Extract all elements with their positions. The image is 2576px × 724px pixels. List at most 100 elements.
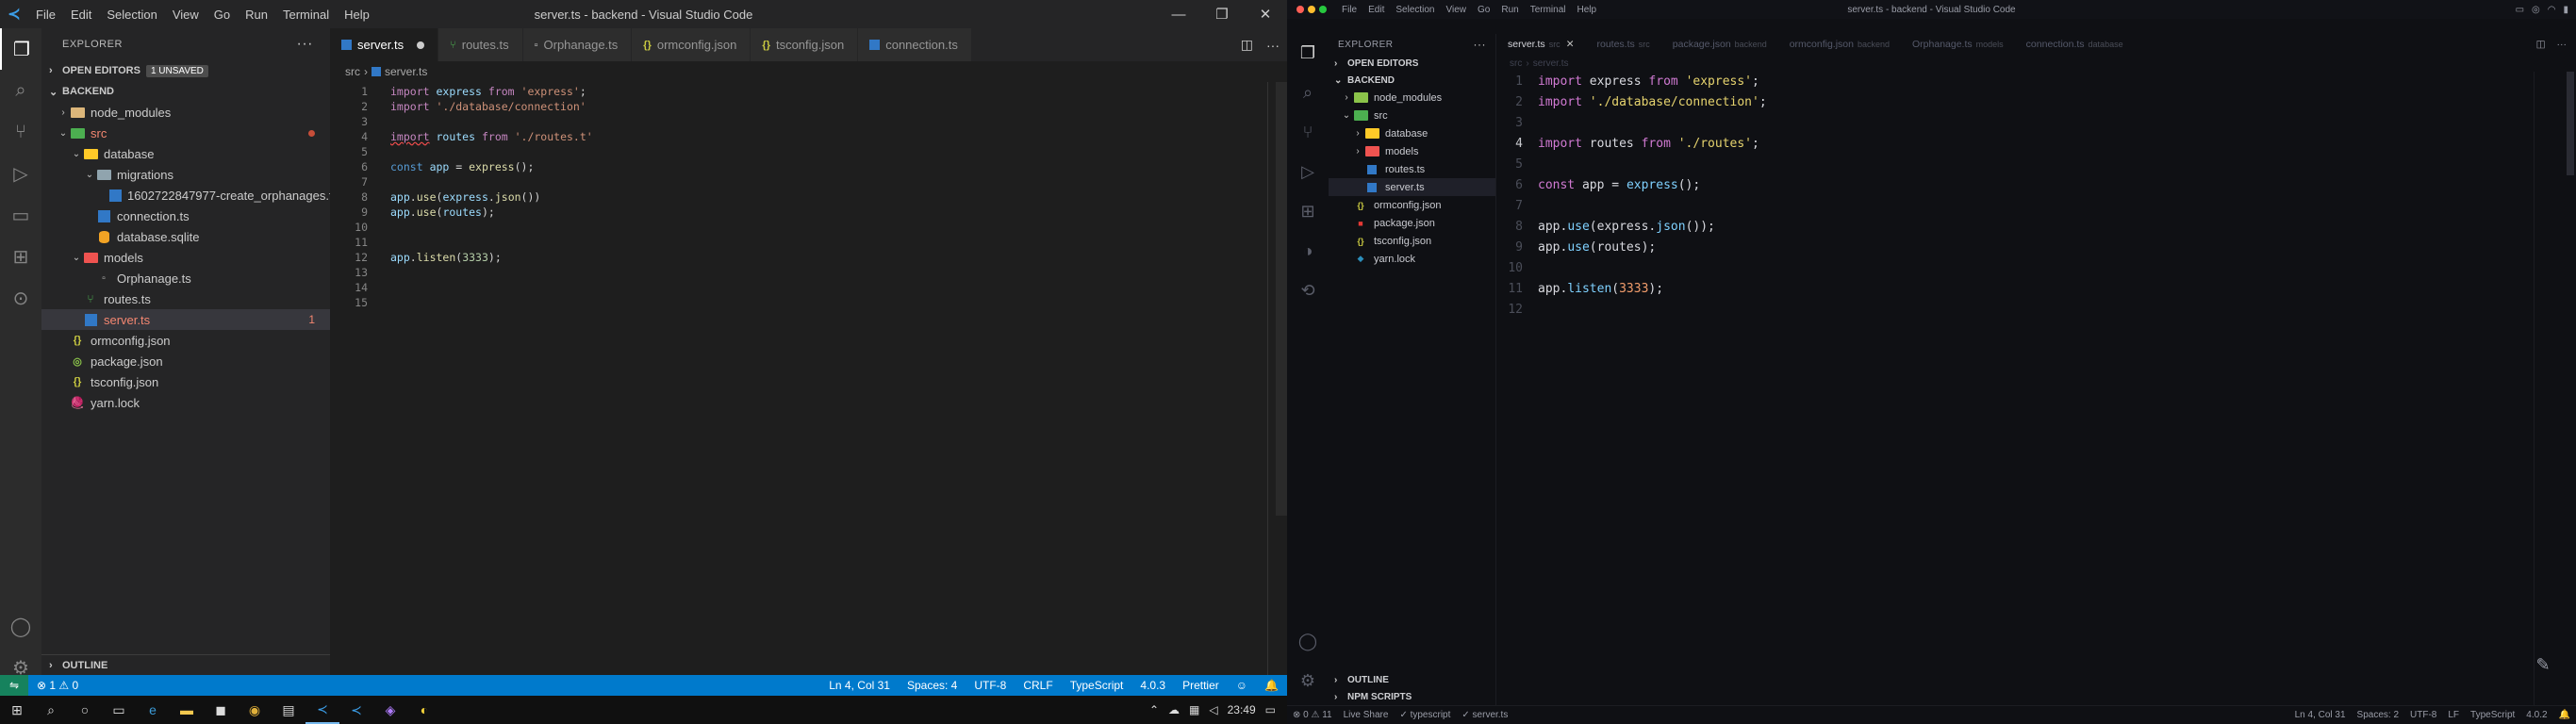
tab-ormconfig-json[interactable]: ormconfig.json backend	[1778, 34, 1901, 55]
tree-item-ormconfig[interactable]: {} ormconfig.json	[1329, 196, 1495, 214]
cortana-icon[interactable]: ○	[68, 696, 102, 724]
more-actions-icon[interactable]: ···	[297, 36, 313, 53]
extensions-icon[interactable]: ⊞	[0, 236, 41, 277]
menu-go[interactable]: Go	[206, 8, 238, 22]
tree-item-node-modules[interactable]: › node_modules	[41, 102, 330, 123]
tree-item-routes[interactable]: routes.ts	[1329, 160, 1495, 178]
explorer-icon[interactable]: ❐	[1287, 34, 1329, 72]
account-icon[interactable]: ◯	[0, 605, 41, 647]
remote-explorer-icon[interactable]: ▭	[0, 194, 41, 236]
tab-orphanage-ts[interactable]: Orphanage.ts models	[1901, 34, 2015, 55]
vscode-taskbar-icon[interactable]: ≺	[305, 696, 339, 724]
split-editor-icon[interactable]: ◫	[2536, 39, 2546, 50]
tree-item-package[interactable]: ■ package.json	[1329, 214, 1495, 232]
chevron-up-icon[interactable]: ⌃	[1149, 703, 1159, 716]
vscode-insiders-icon[interactable]: ≺	[339, 696, 373, 724]
menu-file[interactable]: File	[28, 8, 63, 22]
close-tab-icon[interactable]: ✕	[1566, 39, 1575, 50]
tree-item-src[interactable]: ⌄ src	[41, 123, 330, 143]
source-control-icon[interactable]: ⑂	[0, 111, 41, 153]
tree-item-server[interactable]: server.ts	[1329, 178, 1495, 196]
problems-status[interactable]: ⊗ 1 ⚠ 0	[28, 679, 87, 692]
search-icon[interactable]: ⌕	[0, 70, 41, 111]
tree-item-tsconfig[interactable]: {} tsconfig.json	[41, 371, 330, 392]
live-share-icon[interactable]: ⊙	[0, 277, 41, 319]
tree-item-orphanage[interactable]: ▫ Orphanage.ts	[41, 268, 330, 288]
task-view-icon[interactable]: ▭	[102, 696, 136, 724]
unsaved-dot-icon[interactable]	[417, 41, 425, 49]
tree-item-server[interactable]: server.ts 1	[41, 309, 330, 330]
split-editor-icon[interactable]: ◫	[1241, 37, 1253, 53]
menu-view[interactable]: View	[165, 8, 206, 22]
search-icon[interactable]: ⌕	[1287, 74, 1329, 111]
tree-item-database[interactable]: ⌄ database	[41, 143, 330, 164]
feedback-icon[interactable]: ☺	[1228, 679, 1256, 692]
problems-status[interactable]: ⊗ 0 ⚠ 11	[1287, 710, 1338, 720]
chrome-icon[interactable]: ◉	[238, 696, 272, 724]
tree-item-yarn[interactable]: ◆ yarn.lock	[1329, 250, 1495, 268]
app-icon-yellow[interactable]: ◐	[407, 696, 441, 724]
windows-start-icon[interactable]: ⊞	[0, 696, 34, 724]
indentation-status[interactable]: Spaces: 2	[2352, 710, 2404, 720]
terminal-icon[interactable]: ▤	[272, 696, 305, 724]
remote-icon[interactable]: ⇋	[0, 675, 28, 696]
tray-icon[interactable]: ▭	[2516, 5, 2524, 15]
more-actions-icon[interactable]: ···	[1474, 38, 1487, 51]
app-icon[interactable]: ◈	[373, 696, 407, 724]
breadcrumb-file[interactable]: server.ts	[1533, 58, 1569, 69]
run-debug-icon[interactable]: ▷	[1287, 153, 1329, 190]
encoding-status[interactable]: UTF-8	[2404, 710, 2442, 720]
close-icon[interactable]: ✕	[1244, 0, 1287, 28]
tree-item-yarn[interactable]: 🧶 yarn.lock	[41, 392, 330, 413]
cursor-position[interactable]: Ln 4, Col 31	[2289, 710, 2352, 720]
backend-section[interactable]: ⌄ BACKEND	[41, 81, 330, 102]
tab-routes-ts[interactable]: routes.ts src	[1586, 34, 1661, 55]
menu-run[interactable]: Run	[238, 8, 275, 22]
notifications-bell-icon[interactable]: 🔔	[2553, 710, 2576, 720]
tree-item-migrations[interactable]: ⌄ migrations	[41, 164, 330, 185]
tree-item-migration-file[interactable]: 1602722847977-create_orphanages.ts	[41, 185, 339, 206]
cloud-icon[interactable]: ☁	[1168, 703, 1180, 716]
explorer-icon[interactable]: ❐	[0, 28, 41, 70]
ts-version[interactable]: 4.0.3	[1131, 679, 1174, 692]
outline-section[interactable]: › OUTLINE	[1329, 671, 1495, 688]
tree-item-src[interactable]: ⌄ src	[1329, 107, 1495, 124]
tree-item-tsconfig[interactable]: {} tsconfig.json	[1329, 232, 1495, 250]
breadcrumb-src[interactable]: src	[1510, 58, 1522, 69]
eol-status[interactable]: LF	[2442, 710, 2465, 720]
open-editors-section[interactable]: › OPEN EDITORS 1 UNSAVED	[41, 60, 330, 81]
settings-gear-icon[interactable]: ⚙	[1287, 662, 1329, 699]
volume-icon[interactable]: ◁	[1209, 703, 1217, 716]
tab-orphanage-ts[interactable]: ▫ Orphanage.ts	[522, 28, 633, 61]
prettier-status[interactable]: Prettier	[1174, 679, 1228, 692]
outline-section[interactable]: › OUTLINE	[41, 654, 330, 675]
encoding-status[interactable]: UTF-8	[966, 679, 1015, 692]
tab-routes-ts[interactable]: ⑂ routes.ts	[438, 28, 523, 61]
menu-help[interactable]: Help	[337, 8, 377, 22]
account-icon[interactable]: ◯	[1287, 622, 1329, 660]
backend-section[interactable]: ⌄ BACKEND	[1329, 72, 1495, 89]
remote-explorer-icon[interactable]: ◑	[1287, 232, 1329, 270]
tab-package-json[interactable]: package.json backend	[1661, 34, 1778, 55]
live-share-icon[interactable]: ⟲	[1287, 272, 1329, 309]
tree-item-routes[interactable]: ⑂ routes.ts	[41, 288, 330, 309]
tool-icon[interactable]: ✎	[2529, 650, 2557, 679]
ts-version[interactable]: 4.0.2	[2520, 710, 2552, 720]
outline-header[interactable]: › OUTLINE	[41, 655, 330, 676]
cursor-position[interactable]: Ln 4, Col 31	[820, 679, 899, 692]
tab-connection-ts[interactable]: connection.ts	[858, 28, 972, 61]
tree-item-package[interactable]: ◎ package.json	[41, 351, 330, 371]
extensions-icon[interactable]: ⊞	[1287, 192, 1329, 230]
file-explorer-icon[interactable]: ▬	[170, 696, 204, 724]
tree-item-ormconfig[interactable]: {} ormconfig.json	[41, 330, 330, 351]
menu-edit[interactable]: Edit	[63, 8, 99, 22]
menu-selection[interactable]: Selection	[99, 8, 164, 22]
store-icon[interactable]: ◼	[204, 696, 238, 724]
tree-item-models[interactable]: › models	[1329, 142, 1495, 160]
notifications-icon[interactable]: ▭	[1265, 703, 1276, 716]
battery-icon[interactable]: ▮	[2563, 5, 2568, 15]
npm-scripts-section[interactable]: › NPM SCRIPTS	[1329, 688, 1495, 705]
tray-icon[interactable]: ◎	[2532, 5, 2540, 15]
open-editors-section[interactable]: › OPEN EDITORS	[1329, 55, 1495, 72]
file-status[interactable]: ✓ server.ts	[1456, 710, 1513, 720]
